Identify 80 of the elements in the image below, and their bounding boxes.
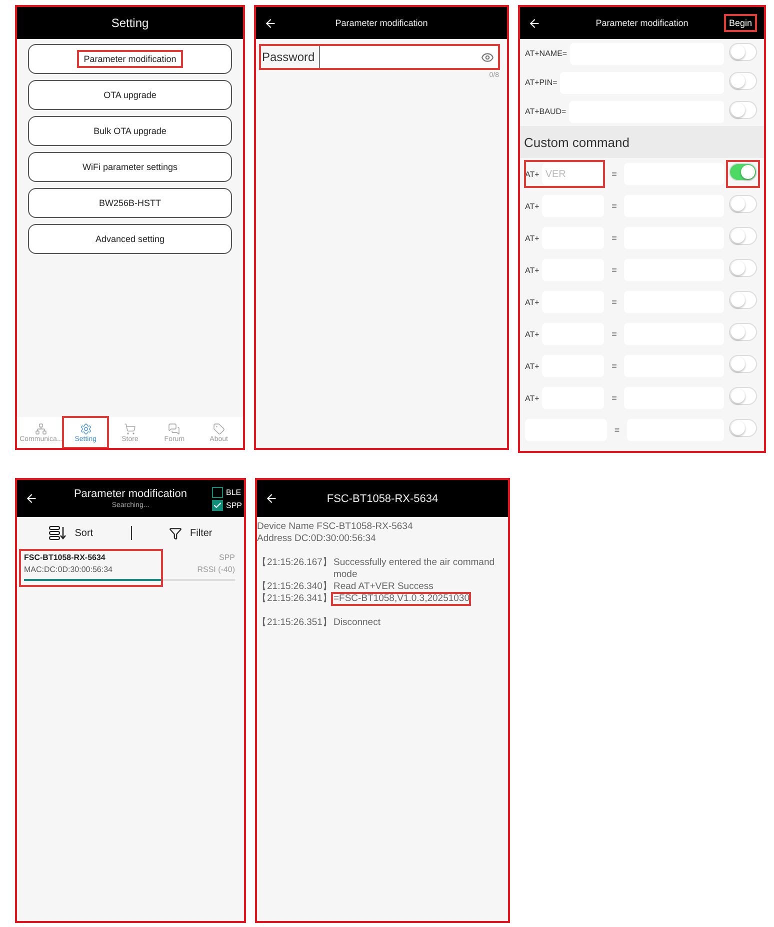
menu-button[interactable]: Advanced setting <box>28 224 232 254</box>
back-icon[interactable] <box>528 16 541 30</box>
equals-sign: = <box>610 169 618 179</box>
log-message: =FSC-BT1058,V1.0.3,20251030 <box>332 593 470 605</box>
sort-icon <box>48 526 67 540</box>
checkbox-label: SPP <box>226 500 242 510</box>
toggle-switch[interactable] <box>729 291 757 309</box>
password-field[interactable] <box>318 45 499 69</box>
command-prefix: AT+ <box>525 202 540 210</box>
equals-sign: = <box>610 329 618 339</box>
cart-icon <box>124 422 136 434</box>
command-label: AT+PIN= <box>525 78 558 87</box>
chat-icon <box>168 422 180 434</box>
screen-title: Setting <box>111 16 149 30</box>
equals-sign: = <box>610 361 618 371</box>
menu-button[interactable]: Parameter modification <box>28 44 232 74</box>
eye-icon[interactable] <box>481 50 494 64</box>
sort-button[interactable]: Sort <box>42 525 100 541</box>
command-prefix: AT+ <box>525 266 540 274</box>
equals-sign: = <box>610 297 618 307</box>
settings-icon <box>80 422 92 434</box>
equals-sign: = <box>610 393 618 403</box>
toggle-switch[interactable] <box>729 387 757 405</box>
command-prefix: AT+ <box>525 234 540 242</box>
toggle-switch[interactable] <box>729 100 757 118</box>
toggle-switch[interactable] <box>729 419 757 437</box>
equals-sign: = <box>610 265 618 275</box>
filter-icon <box>169 526 182 540</box>
log-time: 【21:15:26.351】 <box>257 617 332 629</box>
checkbox[interactable] <box>212 500 223 510</box>
mac-address: MAC:DC:0D:30:00:56:34 <box>24 565 112 574</box>
toggle-switch[interactable] <box>729 355 757 373</box>
menu-button[interactable]: OTA upgrade <box>28 80 232 110</box>
command-prefix: AT+ <box>525 330 540 338</box>
filter-button[interactable]: Filter <box>163 526 218 540</box>
connection-type: SPP <box>218 553 235 562</box>
toggle-switch[interactable] <box>729 195 757 213</box>
checkbox-label: BLE <box>226 488 242 496</box>
toggle-switch[interactable] <box>729 72 757 90</box>
checkbox[interactable] <box>212 486 223 498</box>
device-info: Device Name FSC-BT1058-RX-5634 <box>257 521 414 533</box>
signal-strength: RSSI (-40) <box>197 565 235 574</box>
tag-icon <box>212 422 225 434</box>
log-message: Read AT+VER Success <box>332 581 434 593</box>
menu-button[interactable]: Bulk OTA upgrade <box>28 116 232 146</box>
device-info: Address DC:0D:30:00:56:34 <box>257 533 377 545</box>
back-icon[interactable] <box>265 492 278 505</box>
log-message: Disconnect <box>332 617 382 629</box>
menu-button[interactable]: WiFi parameter settings <box>28 152 232 182</box>
toggle-switch[interactable] <box>729 259 757 277</box>
input-field[interactable]: VER <box>542 163 604 185</box>
toggle-switch[interactable] <box>729 227 757 245</box>
section-title: Custom command <box>524 134 630 150</box>
screen-title: FSC-BT1058-RX-5634 <box>326 492 438 504</box>
field-label: Password <box>261 50 316 64</box>
back-icon[interactable] <box>264 16 277 30</box>
device-item[interactable]: FSC-BT1058-RX-5634 SPP MAC:DC:0D:30:00:56:34 RSSI (-40) <box>21 551 238 585</box>
equals-sign: = <box>610 233 618 243</box>
command-label: AT+NAME= <box>525 49 568 58</box>
device-name: FSC-BT1058-RX-5634 <box>24 553 106 562</box>
log-time: 【21:15:26.341】 <box>257 593 332 605</box>
toggle-switch[interactable] <box>729 323 757 341</box>
screen-title: Parameter modification <box>596 18 688 28</box>
screen-title: Parameter modification <box>335 18 428 28</box>
begin-button[interactable]: Begin <box>724 15 756 31</box>
command-prefix: AT+ <box>525 362 540 370</box>
back-icon[interactable] <box>25 492 38 505</box>
toggle-switch[interactable] <box>729 42 757 60</box>
log-time: 【21:15:26.167】 <box>257 557 332 569</box>
command-prefix: AT+ <box>525 298 540 306</box>
log-time: 【21:15:26.340】 <box>257 581 332 593</box>
log-message: Successfully entered the air command mode <box>332 557 496 581</box>
equals-sign: = <box>610 201 618 211</box>
equals-sign: = <box>613 425 621 435</box>
screen-title: Parameter modification <box>74 488 188 500</box>
toggle-switch[interactable] <box>729 163 757 181</box>
command-label: AT+BAUD= <box>525 107 566 116</box>
command-prefix: AT+ <box>525 394 540 402</box>
network-icon <box>35 422 48 434</box>
menu-button[interactable]: BW256B-HSTT <box>28 188 232 218</box>
